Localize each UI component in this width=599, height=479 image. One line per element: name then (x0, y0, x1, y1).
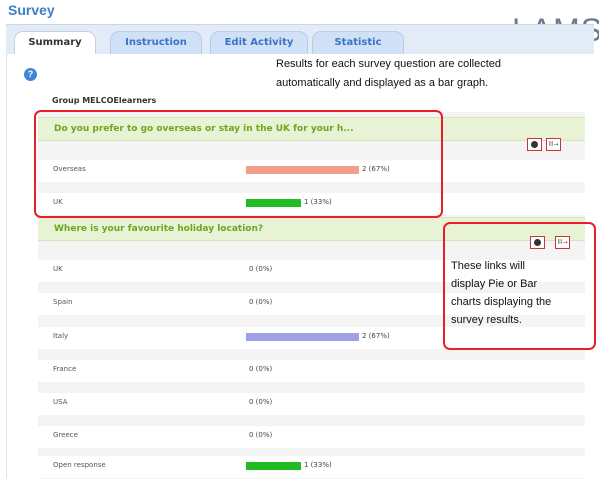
answer-row: USA 0 (0%) (38, 393, 585, 415)
answer-row: Open response 1 (33%) (38, 456, 585, 478)
pie-chart-icon[interactable] (527, 138, 542, 151)
answer-row: France 0 (0%) (38, 360, 585, 382)
callout-question-1 (34, 110, 443, 218)
annotation-top-line1: Results for each survey question are col… (276, 58, 502, 70)
answer-label: Open response (53, 461, 106, 469)
answer-count: 0 (0%) (249, 431, 273, 439)
tab-instruction[interactable]: Instruction (110, 31, 202, 55)
bar-chart-icon[interactable]: lll→ (546, 138, 561, 151)
answer-count: 0 (0%) (249, 265, 273, 273)
answer-label: Spain (53, 298, 73, 306)
tab-edit-activity[interactable]: Edit Activity (210, 31, 308, 55)
tab-bar: Summary Instruction Edit Activity Statis… (6, 24, 594, 55)
answer-row: Greece 0 (0%) (38, 426, 585, 448)
answer-label: UK (53, 265, 63, 273)
answer-count: 0 (0%) (249, 298, 273, 306)
answer-count: 1 (33%) (304, 461, 332, 469)
help-icon[interactable]: ? (24, 68, 37, 81)
answer-label: France (53, 365, 77, 373)
group-label: Group MELCOElearners (52, 96, 157, 105)
answer-count: 2 (67%) (362, 332, 390, 340)
app-title: Survey (8, 2, 55, 18)
result-bar (246, 462, 301, 470)
answer-label: Italy (53, 332, 69, 340)
answer-label: Greece (53, 431, 78, 439)
callout-chart-links (443, 222, 596, 350)
answer-label: USA (53, 398, 68, 406)
result-bar (246, 333, 359, 341)
tab-statistic[interactable]: Statistic (312, 31, 404, 55)
answer-count: 0 (0%) (249, 365, 273, 373)
tab-summary[interactable]: Summary (14, 31, 96, 55)
answer-count: 0 (0%) (249, 398, 273, 406)
annotation-top-line2: automatically and displayed as a bar gra… (276, 77, 489, 89)
